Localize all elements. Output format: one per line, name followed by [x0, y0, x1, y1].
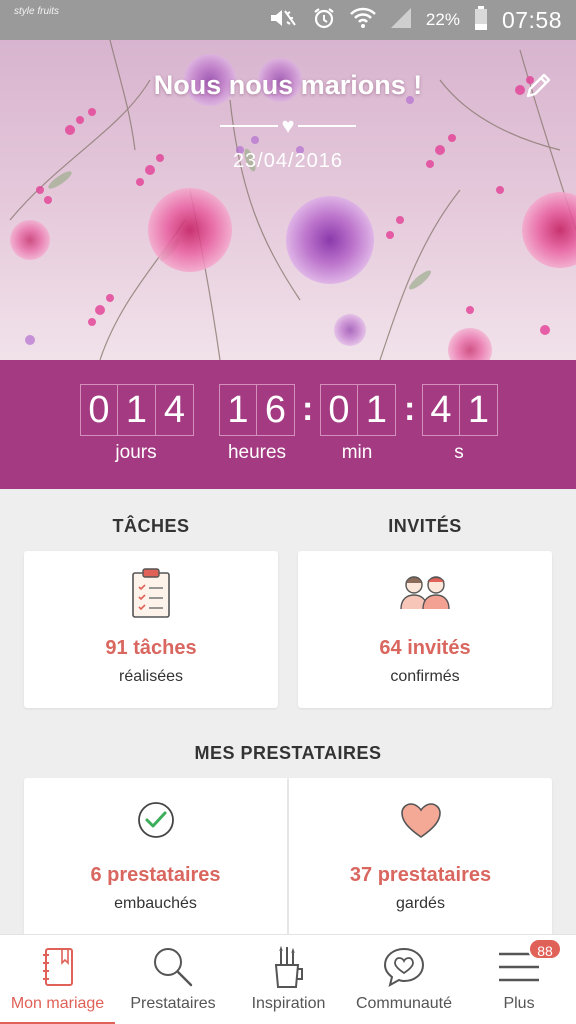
battery-icon [474, 5, 488, 35]
mute-icon [268, 7, 298, 34]
saved-vendors-count: 37 prestataires [349, 864, 492, 886]
nav-label: Mon mariage [10, 995, 105, 1012]
countdown-digit: 4 [422, 384, 460, 436]
countdown-digit: 1 [219, 384, 257, 436]
nav-label: Plus [503, 995, 535, 1012]
signal-icon [390, 7, 412, 34]
guests-count: 64 invités [379, 637, 471, 659]
page-title: Nous nous marions ! [153, 70, 423, 100]
search-icon [151, 945, 195, 994]
countdown-seconds: 4 1 [422, 384, 498, 436]
countdown-digit: 1 [358, 384, 396, 436]
countdown-days: 0 1 4 [80, 384, 194, 436]
notification-badge: 88 [528, 938, 562, 960]
checkmark-circle-icon [136, 800, 176, 845]
heart-icon [400, 802, 442, 845]
tasks-subtitle: réalisées [118, 668, 184, 685]
nav-label: Inspiration [251, 995, 326, 1012]
guests-section-title: INVITÉS [388, 516, 462, 536]
tasks-section-title: TÂCHES [112, 516, 190, 536]
countdown-colon: : [302, 390, 314, 428]
countdown-digit: 0 [80, 384, 118, 436]
nav-inspiration[interactable]: Inspiration [231, 935, 346, 1024]
saved-vendors-subtitle: gardés [396, 895, 445, 912]
clock: 07:58 [501, 6, 562, 33]
title-divider: ♥ [220, 115, 356, 139]
nav-label: Communauté [355, 995, 453, 1012]
countdown-minutes-label: min [341, 442, 373, 463]
alarm-icon [312, 6, 336, 35]
nav-label: Prestataires [130, 995, 216, 1012]
hired-vendors-subtitle: embauchés [114, 895, 197, 912]
guests-icon [397, 571, 453, 616]
pencil-cup-icon [271, 945, 307, 994]
wifi-icon [350, 7, 376, 34]
countdown-digit: 1 [460, 384, 498, 436]
saved-vendors-card[interactable]: 37 prestataires gardés [289, 778, 552, 936]
hired-vendors-card[interactable]: 6 prestataires embauchés [24, 778, 287, 936]
vendors-section-title: MES PRESTATAIRES [194, 743, 382, 763]
countdown-digit: 1 [118, 384, 156, 436]
status-bar: style fruits 22% 07:58 [0, 0, 576, 40]
guests-subtitle: confirmés [390, 668, 460, 685]
tasks-card[interactable]: 91 tâches réalisées [24, 551, 278, 708]
countdown-hours: 1 6 [219, 384, 295, 436]
app-logo: style fruits [14, 6, 60, 17]
chat-heart-icon [382, 945, 426, 994]
battery-percent: 22% [425, 10, 460, 29]
notebook-icon [40, 945, 76, 994]
tasks-count: 91 tâches [105, 637, 197, 659]
countdown-days-label: jours [115, 442, 157, 463]
nav-prestataires[interactable]: Prestataires [115, 935, 231, 1024]
countdown-digit: 0 [320, 384, 358, 436]
countdown: 0 1 4 1 6 : 0 1 : 4 1 jours heures min s [0, 360, 576, 489]
countdown-seconds-label: s [454, 442, 464, 463]
bottom-nav: Mon mariage Prestataires Inspiration Com… [0, 934, 576, 1024]
hired-vendors-count: 6 prestataires [90, 864, 221, 886]
nav-mon-mariage[interactable]: Mon mariage [0, 935, 115, 1024]
wedding-date: 23/04/2016 [232, 150, 344, 172]
countdown-hours-label: heures [227, 442, 287, 463]
nav-communaute[interactable]: Communauté [346, 935, 462, 1024]
countdown-digit: 6 [257, 384, 295, 436]
countdown-digit: 4 [156, 384, 194, 436]
countdown-colon: : [404, 390, 416, 428]
guests-card[interactable]: 64 invités confirmés [298, 551, 552, 708]
countdown-minutes: 0 1 [320, 384, 396, 436]
checklist-icon [129, 567, 173, 624]
edit-pencil-icon[interactable] [522, 70, 554, 102]
wedding-header: Nous nous marions ! ♥ 23/04/2016 [0, 40, 576, 360]
